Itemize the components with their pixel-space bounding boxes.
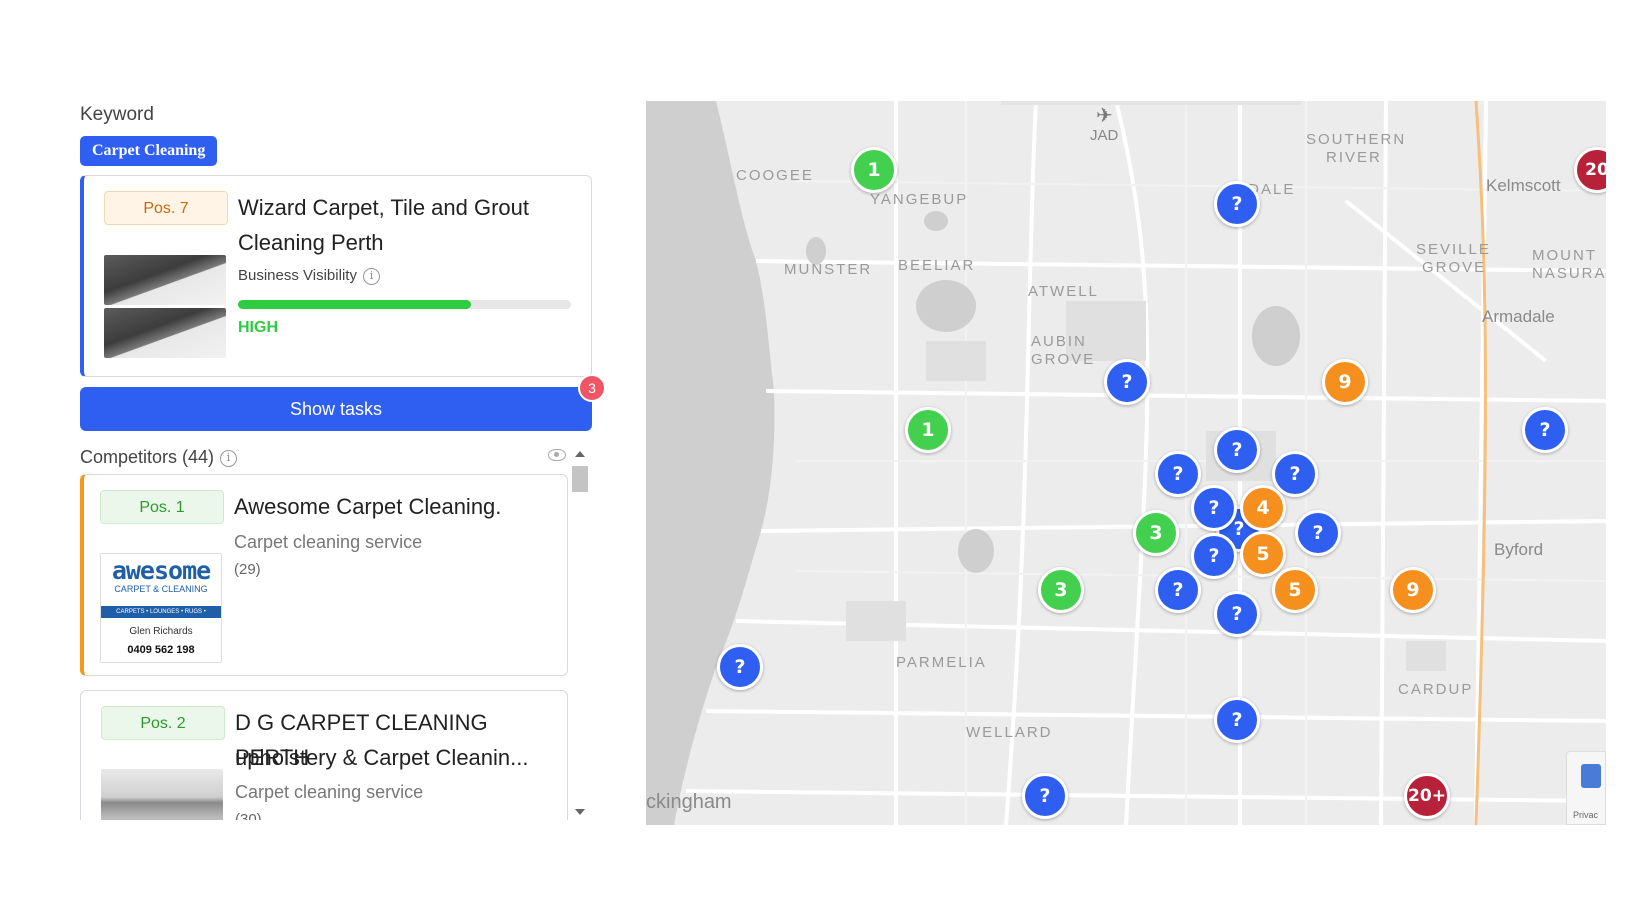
logo-person: Glen Richards [129,626,193,637]
info-icon[interactable]: i [220,449,238,467]
town-label: Byford [1494,540,1544,559]
place-label: RIVER [1326,149,1382,166]
competitor-category: Carpet cleaning service [234,532,423,552]
rank-pin[interactable]: 20+ [1404,773,1450,819]
town-label: Kelmscott [1486,176,1561,195]
info-icon[interactable]: i [362,267,380,285]
rank-pin[interactable]: 9 [1322,359,1368,405]
business-name-cont: Cleaning Perth [238,230,384,255]
recaptcha-badge[interactable]: Privac [1566,751,1606,825]
competitor-name-cont: upholstery & Carpet Cleanin... [235,745,529,770]
show-tasks-button[interactable]: Show tasks [80,387,592,431]
business-photo [104,308,226,358]
competitors-scrollbar[interactable] [570,446,590,820]
recaptcha-icon [1581,764,1601,788]
competitors-label: Competitors (44) i [80,447,238,468]
rank-pin[interactable]: ? [1295,510,1341,556]
place-label: SEVILLE [1416,241,1491,258]
town-label: ckingham [646,791,732,813]
rank-pin[interactable]: 3 [1038,567,1084,613]
competitors-label-text: Competitors (44) [80,447,215,467]
position-badge: Pos. 1 [100,490,224,524]
rank-pin[interactable]: ? [1191,485,1237,531]
tasks-count-badge: 3 [578,374,606,402]
rank-map[interactable]: COOGEE YANGEBUP MUNSTER BEELIAR ATWELL A… [646,101,1606,825]
scroll-down-icon[interactable] [575,809,585,815]
logo-services: CARPETS • LOUNGES • RUGS • MATTRESSES [101,606,221,627]
rank-pin[interactable]: ? [1214,697,1260,743]
keyword-chip[interactable]: Carpet Cleaning [80,136,218,166]
visibility-label-text: Business Visibility [238,267,357,284]
competitor-logo: awesome CARPET & CLEANING CARPETS • LOUN… [100,553,222,663]
logo-sub: CARPET & CLEANING [114,584,208,594]
rank-pin[interactable]: ? [1155,451,1201,497]
rank-pin[interactable]: 3 [1133,510,1179,556]
rank-pin[interactable]: 4 [1240,485,1286,531]
keyword-label: Keyword [80,104,154,125]
airport-icon: ✈ [1096,105,1113,127]
competitor-name: Awesome Carpet Cleaning. [234,494,502,519]
place-label: BEELIAR [898,257,976,274]
page-root: Keyword Carpet Cleaning Pos. 7 Wizard Ca… [0,0,1640,924]
competitor-reviews: (29) [234,561,261,578]
rank-pin[interactable]: ? [1272,451,1318,497]
airport-label: JAD [1090,127,1119,144]
rank-pin[interactable]: ? [1104,359,1150,405]
place-label: MOUNT [1532,247,1597,264]
place-label: MUNSTER [784,261,873,278]
visibility-level: HIGH [238,319,278,336]
place-label: AUBIN [1031,333,1087,350]
business-photo [104,255,226,305]
place-label: NASURA [1532,265,1606,282]
rank-pin[interactable]: ? [1214,181,1260,227]
competitor-card[interactable]: Pos. 1 awesome CARPET & CLEANING CARPETS… [80,474,568,676]
position-badge: Pos. 2 [101,706,225,740]
competitor-reviews: (30) [235,811,262,820]
rank-pin[interactable]: 1 [905,407,951,453]
rank-pin[interactable]: 1 [851,147,897,193]
visibility-label: Business Visibility i [238,267,380,285]
town-label: Armadale [1482,307,1555,326]
competitor-photo [101,769,223,820]
place-label: COOGEE [736,167,814,184]
place-label: GROVE [1422,259,1487,276]
place-label: SOUTHERN [1306,131,1407,148]
place-label: YANGEBUP [870,191,969,208]
scroll-up-icon[interactable] [575,451,585,457]
rank-pin[interactable]: ? [1214,427,1260,473]
visibility-bar [238,300,571,309]
competitor-category: Carpet cleaning service [235,782,424,802]
rank-pin[interactable]: ? [1022,773,1068,819]
privacy-link[interactable]: Privac [1573,810,1598,820]
place-label: ATWELL [1028,283,1099,300]
competitors-list[interactable]: Pos. 1 awesome CARPET & CLEANING CARPETS… [80,472,570,820]
rank-pin[interactable]: 9 [1390,567,1436,613]
rank-pin[interactable]: ? [1155,567,1201,613]
eye-icon[interactable] [548,449,566,461]
business-card[interactable]: Pos. 7 Wizard Carpet, Tile and Grout Cle… [80,175,592,377]
rank-pin[interactable]: ? [717,644,763,690]
place-label: CARDUP [1398,681,1474,698]
logo-word: awesome [111,556,211,585]
rank-pin[interactable]: 5 [1272,567,1318,613]
visibility-bar-fill [238,300,472,309]
place-label: GROVE [1031,351,1096,368]
position-badge: Pos. 7 [104,191,228,225]
scroll-thumb[interactable] [572,466,588,492]
rank-pin[interactable]: 5 [1240,531,1286,577]
rank-pin[interactable]: ? [1214,591,1260,637]
place-label: WELLARD [966,724,1053,741]
logo-phone: 0409 562 198 [127,644,195,656]
rank-pin[interactable]: ? [1522,407,1568,453]
competitor-card[interactable]: Pos. 2 D G CARPET CLEANING PERTH upholst… [80,690,568,820]
business-name: Wizard Carpet, Tile and Grout [238,195,530,220]
place-label: PARMELIA [896,654,987,671]
rank-pin[interactable]: ? [1191,533,1237,579]
map-base [646,101,1606,825]
